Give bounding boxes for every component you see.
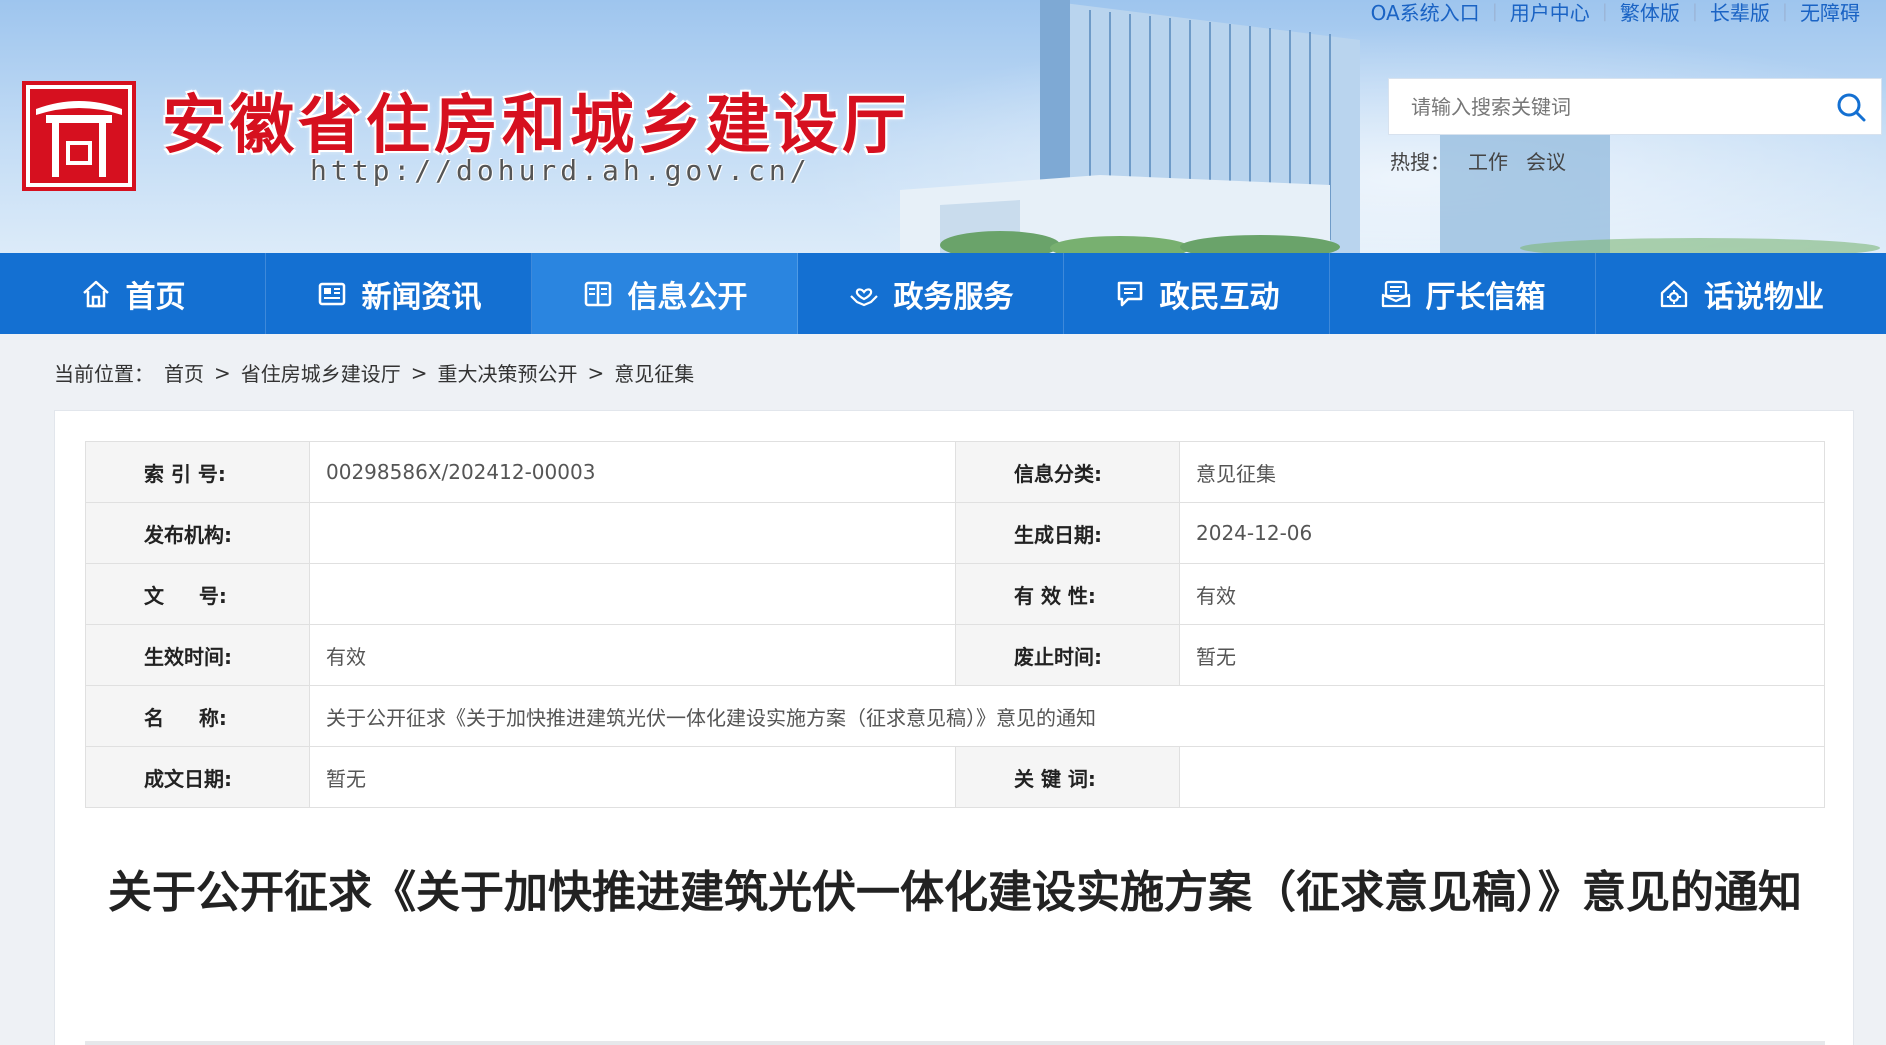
nav-label: 信息公开: [627, 279, 748, 315]
nav-label: 政民互动: [1159, 279, 1280, 315]
table-row: 文 号: 有 效 性: 有效: [85, 563, 1825, 625]
breadcrumb-separator: >: [410, 360, 428, 385]
table-row: 生效时间: 有效 废止时间: 暂无: [85, 624, 1825, 686]
table-row: 索 引 号: 00298586X/202412-00003 信息分类: 意见征集: [85, 441, 1825, 503]
meta-label-effective: 生效时间:: [85, 624, 310, 686]
hot-word-work[interactable]: 工作: [1468, 146, 1508, 175]
table-row: 成文日期: 暂无 关 键 词:: [85, 746, 1825, 808]
meta-label-keywords: 关 键 词:: [955, 746, 1180, 808]
mailbox-icon: [1381, 280, 1410, 307]
newspaper-icon: [318, 282, 345, 305]
meta-label-created: 生成日期:: [955, 502, 1180, 564]
meta-value-keywords: [1179, 746, 1825, 808]
hot-word-meeting[interactable]: 会议: [1526, 146, 1566, 175]
nav-label: 话说物业: [1704, 279, 1824, 315]
divider: [85, 1041, 1825, 1045]
search-box: [1388, 78, 1882, 135]
hot-search: 热搜： 工作 会议: [1390, 146, 1566, 175]
nav-item-home[interactable]: 首页: [0, 253, 266, 334]
hands-heart-icon: [849, 287, 878, 306]
nav-label: 新闻资讯: [361, 279, 482, 315]
breadcrumb-separator: >: [214, 360, 231, 385]
nav-item-property-talk[interactable]: 话说物业: [1596, 253, 1886, 334]
document-meta-table: 索 引 号: 00298586X/202412-00003 信息分类: 意见征集…: [85, 441, 1825, 808]
breadcrumb-item-department[interactable]: 省住房城乡建设厅: [241, 358, 401, 387]
site-logo[interactable]: [22, 81, 136, 191]
search-button[interactable]: [1833, 89, 1869, 125]
nav-item-news[interactable]: 新闻资讯: [266, 253, 532, 334]
site-name: 安徽省住房和城乡建设厅: [162, 88, 910, 163]
breadcrumb: 当前位置： 首页 > 省住房城乡建设厅 > 重大决策预公开 > 意见征集: [54, 358, 694, 387]
table-row: 发布机构: 生成日期: 2024-12-06: [85, 502, 1825, 564]
meta-label-publisher: 发布机构:: [85, 502, 310, 564]
meta-value-category: 意见征集: [1179, 441, 1825, 503]
hot-search-label: 热搜：: [1390, 150, 1450, 174]
nav-item-info-disclosure[interactable]: 信息公开: [532, 253, 798, 334]
meta-value-validity: 有效: [1179, 563, 1825, 625]
meta-value-name: 关于公开征求《关于加快推进建筑光伏一体化建设实施方案（征求意见稿）》意见的通知: [309, 685, 1825, 747]
top-link-user-center[interactable]: 用户中心: [1498, 0, 1602, 26]
meta-value-created: 2024-12-06: [1179, 502, 1825, 564]
breadcrumb-separator: >: [587, 360, 605, 385]
meta-label-index-no: 索 引 号:: [85, 441, 310, 503]
meta-label-written: 成文日期:: [85, 746, 310, 808]
home-icon: [82, 280, 109, 307]
meta-label-name: 名 称:: [85, 685, 310, 747]
book-icon: [584, 281, 611, 306]
meta-value-expiry: 暂无: [1179, 624, 1825, 686]
meta-label-validity: 有 效 性:: [955, 563, 1180, 625]
breadcrumb-item-home[interactable]: 首页: [164, 358, 204, 387]
breadcrumb-item-opinion-collection[interactable]: 意见征集: [614, 358, 694, 387]
nav-label: 首页: [125, 279, 186, 315]
top-link-accessibility[interactable]: 无障碍: [1788, 0, 1872, 26]
site-url: http://dohurd.ah.gov.cn/: [310, 154, 811, 187]
search-input[interactable]: [1389, 79, 1819, 134]
house-gear-icon: [1660, 280, 1688, 307]
breadcrumb-prefix: 当前位置：: [54, 362, 154, 386]
breadcrumb-item-major-decisions[interactable]: 重大决策预公开: [438, 358, 578, 387]
article-title: 关于公开征求《关于加快推进建筑光伏一体化建设实施方案（征求意见稿）》意见的通知: [108, 867, 1802, 918]
main-nav: 首页 新闻资讯 信息公开 政务服务 政民互动 厅长信箱 话说物业: [0, 253, 1886, 334]
meta-value-doc-no: [309, 563, 956, 625]
meta-label-doc-no: 文 号:: [85, 563, 310, 625]
top-link-traditional[interactable]: 繁体版: [1608, 0, 1692, 26]
table-row: 名 称: 关于公开征求《关于加快推进建筑光伏一体化建设实施方案（征求意见稿）》意…: [85, 685, 1825, 747]
nav-item-director-mailbox[interactable]: 厅长信箱: [1330, 253, 1596, 334]
meta-value-effective: 有效: [309, 624, 956, 686]
top-link-oa[interactable]: OA系统入口: [1359, 0, 1492, 26]
chat-icon: [1117, 281, 1142, 306]
logo-emblem-icon: [22, 81, 136, 191]
nav-label: 政务服务: [893, 279, 1014, 315]
top-links: OA系统入口 | 用户中心 | 繁体版 | 长辈版 | 无障碍: [1359, 0, 1872, 26]
meta-label-category: 信息分类:: [955, 441, 1180, 503]
content-panel: 索 引 号: 00298586X/202412-00003 信息分类: 意见征集…: [54, 410, 1854, 1045]
nav-label: 厅长信箱: [1425, 279, 1546, 315]
meta-value-publisher: [309, 502, 956, 564]
site-header: OA系统入口 | 用户中心 | 繁体版 | 长辈版 | 无障碍 安徽省住房和城乡…: [0, 0, 1886, 253]
meta-value-index-no: 00298586X/202412-00003: [309, 441, 956, 503]
meta-value-written: 暂无: [309, 746, 956, 808]
nav-item-interaction[interactable]: 政民互动: [1064, 253, 1330, 334]
top-link-elderly[interactable]: 长辈版: [1698, 0, 1782, 26]
meta-label-expiry: 废止时间:: [955, 624, 1180, 686]
search-icon: [1837, 93, 1866, 122]
nav-item-gov-services[interactable]: 政务服务: [798, 253, 1064, 334]
